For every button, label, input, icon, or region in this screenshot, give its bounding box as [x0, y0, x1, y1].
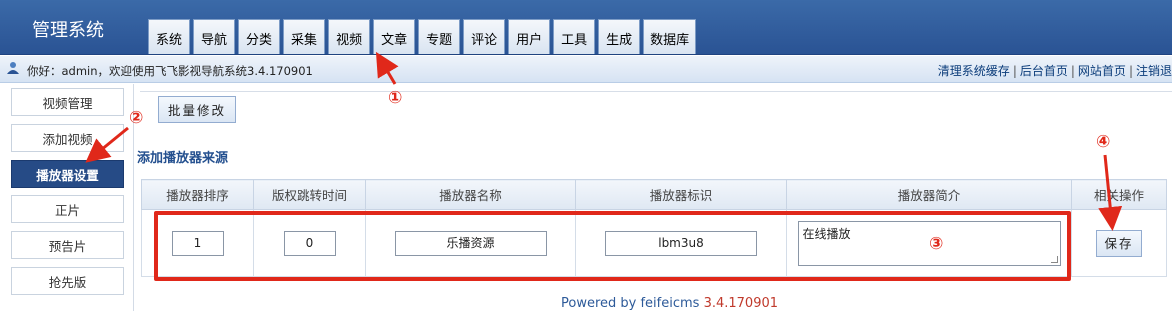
main-nav: 系统 导航 分类 采集 视频 文章 专题 评论 用户 工具 生成 数据库 [148, 19, 699, 54]
sidebar-item-video-manage[interactable]: 视频管理 [11, 88, 124, 116]
nav-tab-category[interactable]: 分类 [238, 19, 281, 54]
cell-actions: 保存 [1071, 209, 1167, 277]
clear-cache-link[interactable]: 清理系统缓存 [938, 64, 1010, 78]
section-title: 添加播放器来源 [137, 151, 229, 166]
top-header: 管理系统 系统 导航 分类 采集 视频 文章 专题 评论 用户 工具 生成 数据… [0, 0, 1172, 55]
col-header-description: 播放器简介 [786, 179, 1072, 210]
annotation-mark-2: ② [129, 108, 144, 128]
sidebar-item-preview[interactable]: 抢先版 [11, 267, 124, 295]
sidebar-item-player-settings[interactable]: 播放器设置 [11, 160, 124, 188]
table-header-row: 播放器排序 版权跳转时间 播放器名称 播放器标识 播放器简介 相关操作 [141, 179, 1167, 210]
save-button[interactable]: 保存 [1096, 229, 1142, 257]
col-header-code: 播放器标识 [575, 179, 787, 210]
sidebar-item-add-video[interactable]: 添加视频 [11, 124, 124, 152]
nav-tab-article[interactable]: 文章 [373, 19, 416, 54]
user-icon [6, 61, 20, 79]
annotation-mark-4: ④ [1096, 132, 1111, 152]
info-bar: 你好：admin，欢迎使用飞飞影视导航系统3.4.170901 清理系统缓存 | 后… [0, 56, 1172, 83]
footer-version: 3.4.170901 [703, 296, 779, 311]
batch-edit-button[interactable]: 批量修改 [158, 96, 236, 123]
app-title: 管理系统 [32, 20, 104, 41]
nav-tab-system[interactable]: 系统 [148, 19, 191, 54]
footer: Powered by feifeicms 3.4.170901 [561, 296, 778, 311]
col-header-actions: 相关操作 [1071, 179, 1167, 210]
col-header-name: 播放器名称 [365, 179, 576, 210]
footer-powered-by: Powered by feifeicms [561, 296, 700, 311]
logout-link[interactable]: 注销退 [1136, 64, 1172, 78]
nav-tab-navigation[interactable]: 导航 [193, 19, 236, 54]
welcome-text: 你好：admin，欢迎使用飞飞影视导航系统3.4.170901 [27, 64, 313, 78]
col-header-order: 播放器排序 [141, 179, 254, 210]
nav-tab-tools[interactable]: 工具 [553, 19, 596, 54]
admin-home-link[interactable]: 后台首页 [1020, 64, 1068, 78]
sidebar-item-feature[interactable]: 正片 [11, 195, 124, 223]
nav-tab-topic[interactable]: 专题 [418, 19, 461, 54]
nav-tab-comment[interactable]: 评论 [463, 19, 506, 54]
nav-tab-collect[interactable]: 采集 [283, 19, 326, 54]
sidebar: 视频管理 添加视频 播放器设置 正片 预告片 抢先版 [0, 84, 134, 311]
nav-tab-database[interactable]: 数据库 [643, 19, 697, 54]
previous-table-edge [140, 84, 1172, 92]
annotation-mark-3: ③ [929, 234, 944, 254]
nav-tab-user[interactable]: 用户 [508, 19, 551, 54]
quick-links: 清理系统缓存 | 后台首页 | 网站首页 | 注销退 [937, 64, 1172, 78]
site-home-link[interactable]: 网站首页 [1078, 64, 1126, 78]
nav-tab-generate[interactable]: 生成 [598, 19, 641, 54]
nav-tab-video[interactable]: 视频 [328, 19, 371, 54]
col-header-jump-time: 版权跳转时间 [253, 179, 366, 210]
annotation-mark-1: ① [388, 88, 403, 108]
sidebar-item-trailer[interactable]: 预告片 [11, 231, 124, 259]
